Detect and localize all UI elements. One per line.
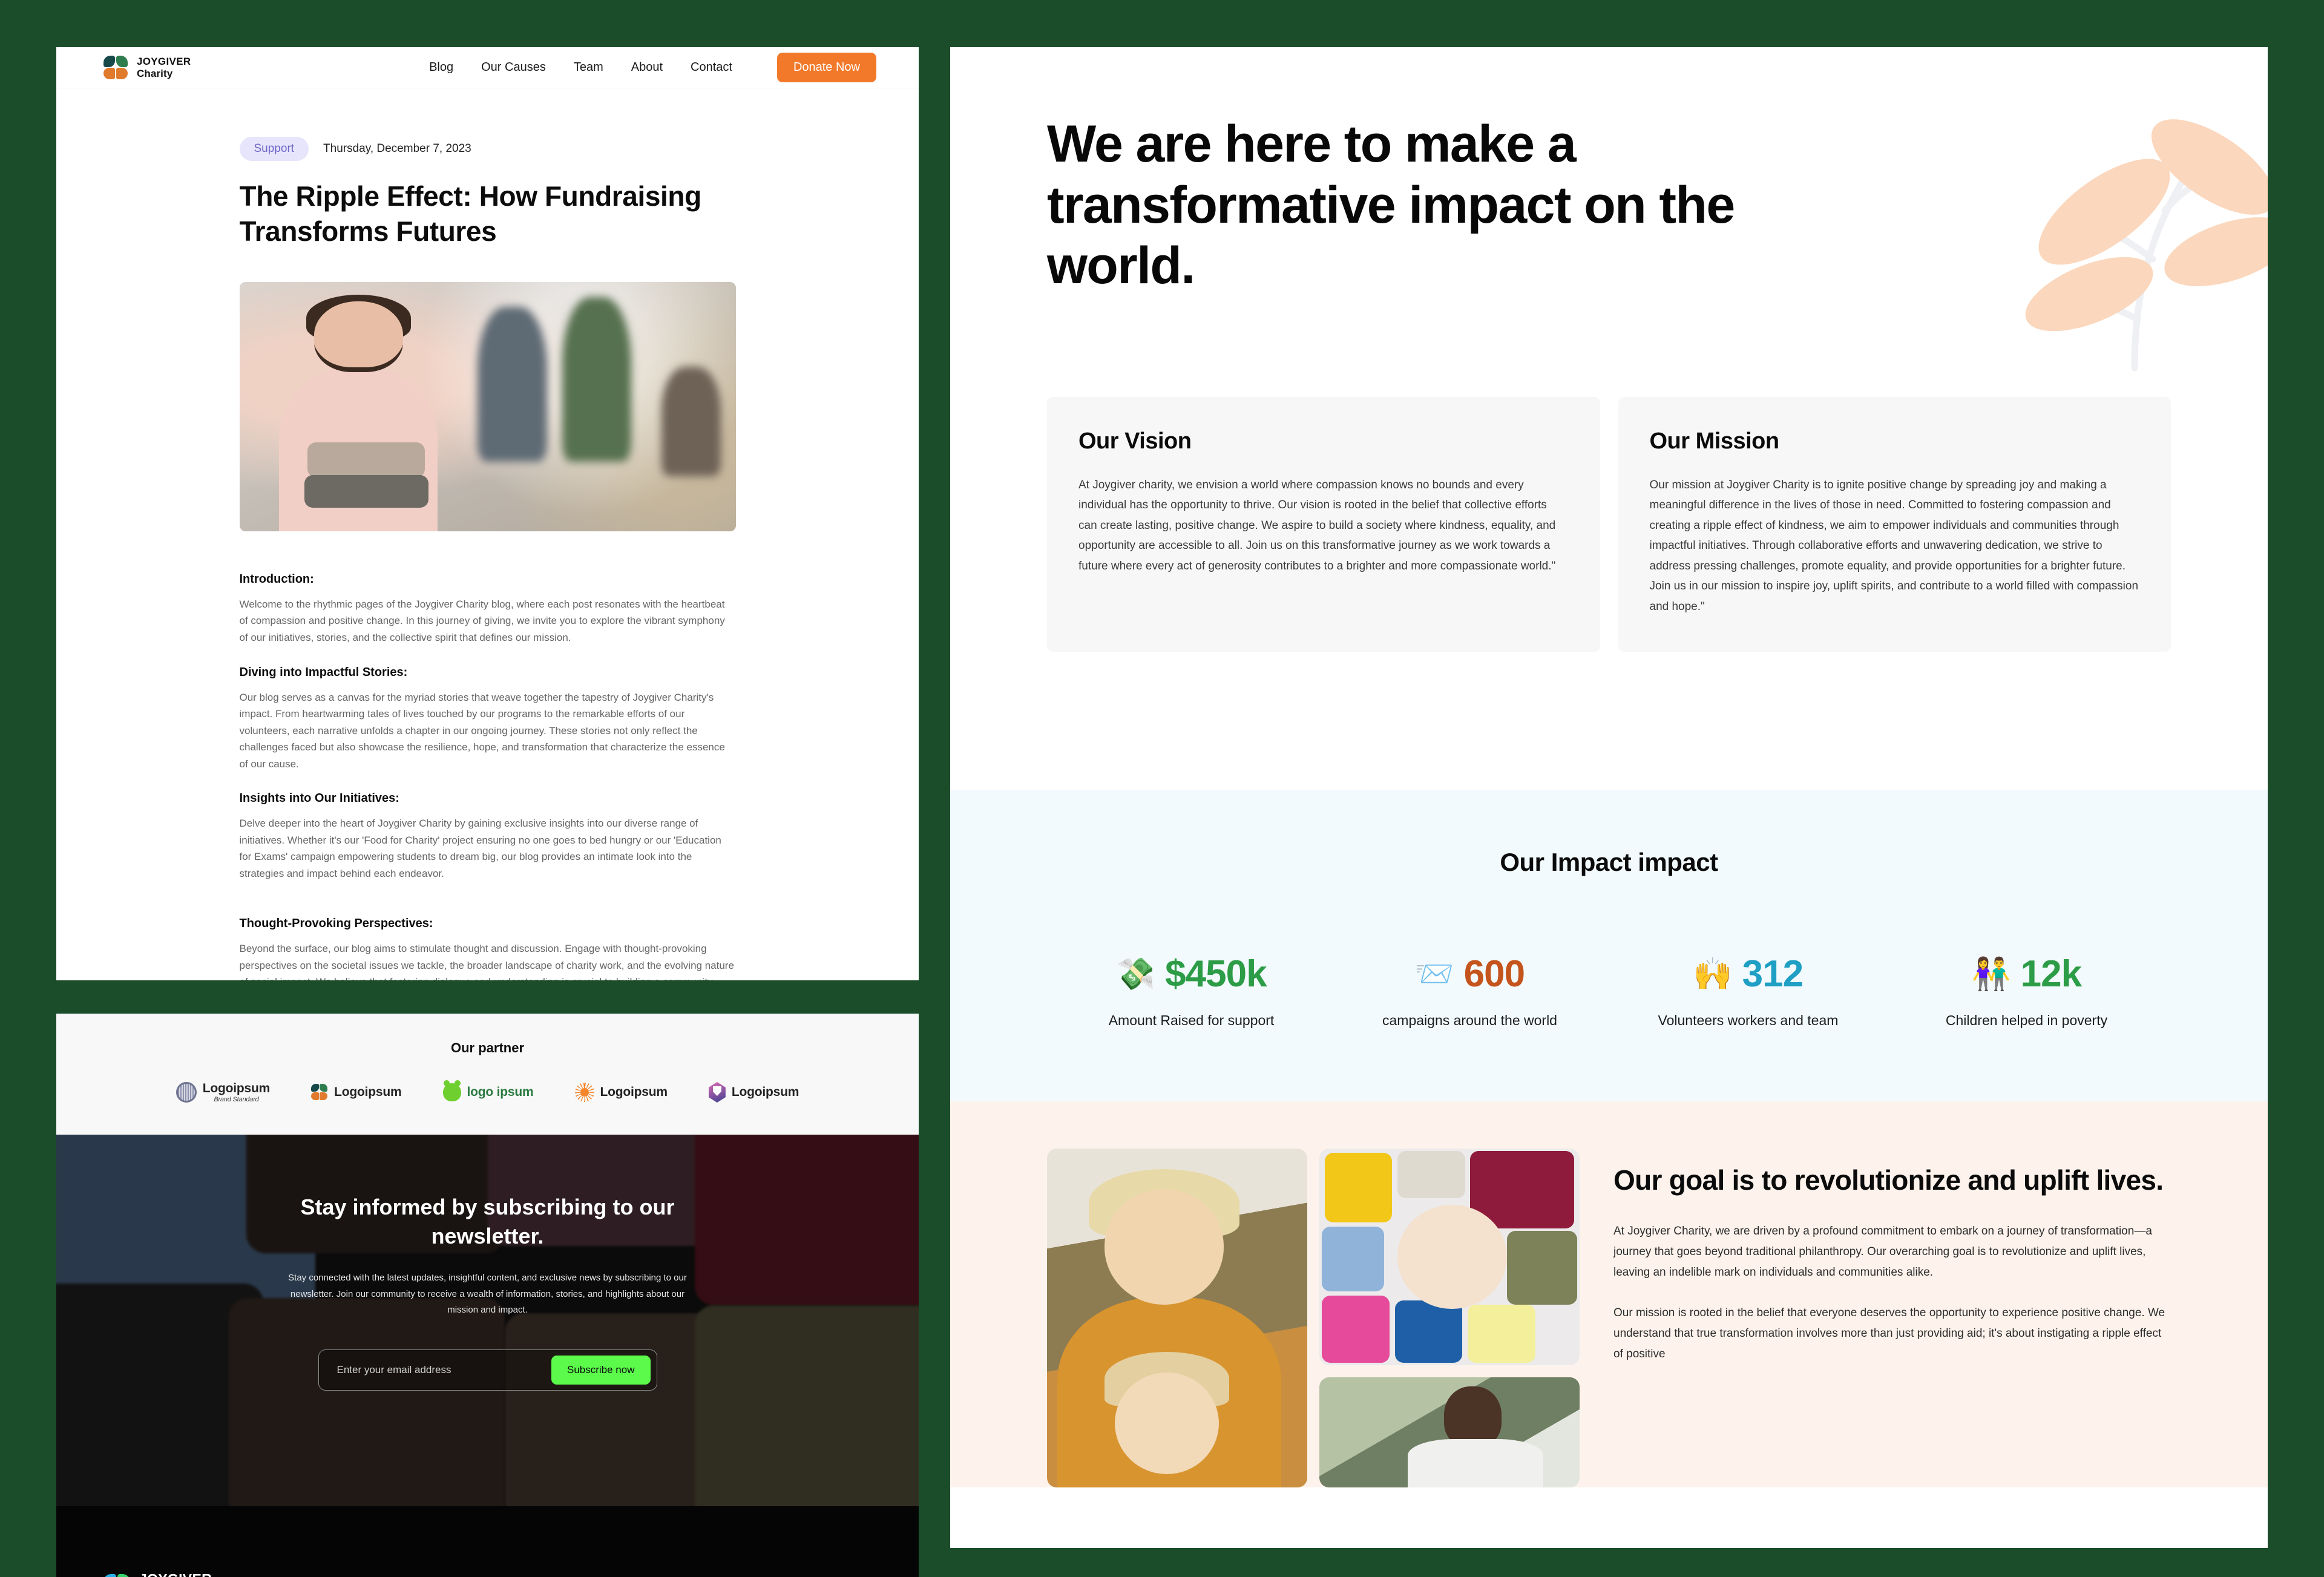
partner-logo-3[interactable]: logo ipsum	[442, 1080, 534, 1101]
footer-brand-line1: JOYGIVER	[139, 1571, 212, 1577]
partner-logo-4-label: Logoipsum	[600, 1085, 668, 1099]
newsletter-section: Stay informed by subscribing to our news…	[56, 1135, 919, 1506]
stat-label-children: Children helped in poverty	[1945, 1012, 2108, 1029]
leaf-decoration-icon	[2025, 119, 2268, 372]
partners-section: Our partner Logoipsum Brand Standard Log…	[56, 1014, 919, 1135]
newsletter-title: Stay informed by subscribing to our news…	[300, 1195, 675, 1249]
blog-article-panel: JOYGIVER Charity Blog Our Causes Team Ab…	[56, 47, 919, 980]
partner-logo-1-sub: Brand Standard	[214, 1096, 259, 1103]
article-hero-image	[239, 281, 736, 531]
goal-text-block: Our goal is to revolutionize and uplift …	[1613, 1149, 2171, 1487]
goal-section: Our goal is to revolutionize and uplift …	[950, 1101, 2268, 1488]
partner-logo-4[interactable]: Logoipsum	[574, 1083, 668, 1102]
stat-label-volunteers: Volunteers workers and team	[1658, 1012, 1839, 1029]
goal-paragraph-2: Our mission is rooted in the belief that…	[1613, 1307, 2165, 1361]
section-heading-initiatives: Insights into Our Initiatives:	[239, 792, 399, 805]
nav-item-team[interactable]: Team	[574, 61, 603, 74]
section-heading-perspectives: Thought-Provoking Perspectives:	[239, 917, 433, 931]
gallery-image-children-circle	[1319, 1149, 1580, 1366]
subscribe-now-button[interactable]: Subscribe now	[551, 1355, 651, 1385]
impact-section: Our Impact impact 💸 $450k Amount Raised …	[950, 790, 2268, 1102]
article-title: The Ripple Effect: How Fundraising Trans…	[239, 180, 702, 247]
mission-card: Our Mission Our mission at Joygiver Char…	[1618, 397, 2171, 652]
category-badge[interactable]: Support	[239, 137, 309, 161]
nav-item-contact[interactable]: Contact	[691, 61, 732, 74]
hexagon-icon	[708, 1082, 726, 1103]
impact-title: Our Impact impact	[1500, 848, 1718, 877]
site-header: JOYGIVER Charity Blog Our Causes Team Ab…	[56, 47, 919, 88]
site-footer: JOYGIVER Charity Blog Donations Team Abo…	[56, 1506, 919, 1577]
joygiver-leaf-logo-icon	[103, 55, 129, 80]
left-column: JOYGIVER Charity Blog Our Causes Team Ab…	[56, 47, 919, 1577]
right-column: We are here to make a transformative imp…	[950, 47, 2268, 1548]
nav-item-our-causes[interactable]: Our Causes	[481, 61, 546, 74]
brand-logo[interactable]: JOYGIVER Charity	[103, 55, 191, 80]
gallery-image-volunteer	[1319, 1377, 1580, 1488]
money-icon: 💸	[1116, 957, 1156, 992]
partner-logo-1-label: Logoipsum Brand Standard	[202, 1081, 271, 1103]
footer-brand-logo[interactable]: JOYGIVER Charity	[103, 1571, 212, 1577]
section-body-stories: Our blog serves as a canvas for the myri…	[239, 691, 725, 770]
vision-body: At Joygiver charity, we envision a world…	[1078, 479, 1556, 572]
sunburst-icon	[574, 1083, 594, 1102]
article-meta: Support Thursday, December 7, 2023	[239, 137, 736, 161]
section-heading-introduction: Introduction:	[239, 572, 314, 586]
nav-item-about[interactable]: About	[631, 61, 663, 74]
section-body-perspectives: Beyond the surface, our blog aims to sti…	[239, 943, 734, 980]
mission-body: Our mission at Joygiver Charity is to ig…	[1649, 479, 2139, 613]
vision-card: Our Vision At Joygiver charity, we envis…	[1047, 397, 1600, 652]
stat-value-volunteers: 312	[1742, 953, 1804, 995]
partners-logo-row: Logoipsum Brand Standard Logoipsum logo …	[56, 1080, 919, 1103]
stat-value-campaigns: 600	[1463, 953, 1525, 995]
stat-label-campaigns: campaigns around the world	[1382, 1012, 1557, 1029]
stat-label-amount-raised: Amount Raised for support	[1108, 1012, 1275, 1029]
goal-paragraph-1: At Joygiver Charity, we are driven by a …	[1613, 1224, 2152, 1279]
email-input[interactable]	[336, 1363, 551, 1376]
leaf-cluster-icon	[311, 1084, 328, 1101]
partner-logo-2[interactable]: Logoipsum	[311, 1084, 402, 1101]
section-body-initiatives: Delve deeper into the heart of Joygiver …	[239, 818, 721, 879]
donate-now-button[interactable]: Donate Now	[776, 53, 876, 82]
page-root: JOYGIVER Charity Blog Our Causes Team Ab…	[0, 0, 2324, 1577]
vision-mission-row: Our Vision At Joygiver charity, we envis…	[950, 397, 2268, 652]
section-heading-stories: Diving into Impactful Stories:	[239, 665, 408, 679]
hands-icon: 🙌	[1693, 957, 1733, 992]
stat-amount-raised: 💸 $450k Amount Raised for support	[1080, 956, 1304, 1031]
partner-logo-1[interactable]: Logoipsum Brand Standard	[176, 1081, 270, 1103]
partner-logo-5-label: Logoipsum	[731, 1085, 799, 1099]
nav-item-blog[interactable]: Blog	[429, 61, 453, 74]
newsletter-form: Subscribe now	[318, 1349, 657, 1391]
partners-title: Our partner	[450, 1040, 525, 1055]
stat-volunteers: 🙌 312 Volunteers workers and team	[1636, 956, 1860, 1031]
hero-section: We are here to make a transformative imp…	[950, 47, 2268, 397]
article-body: Support Thursday, December 7, 2023 The R…	[56, 88, 919, 980]
vision-title: Our Vision	[1078, 428, 1192, 454]
newsletter-subtitle: Stay connected with the latest updates, …	[288, 1273, 687, 1315]
gallery-image-two-children	[1047, 1149, 1307, 1488]
mission-title: Our Mission	[1649, 428, 1780, 454]
hero-title: We are here to make a transformative imp…	[1047, 115, 1735, 295]
children-icon: 👫	[1971, 957, 2011, 992]
impact-stats-row: 💸 $450k Amount Raised for support 📨 600 …	[950, 956, 2268, 1031]
goal-title: Our goal is to revolutionize and uplift …	[1613, 1164, 2164, 1196]
disc-icon	[176, 1082, 197, 1103]
lower-panel: Our partner Logoipsum Brand Standard Log…	[56, 1014, 919, 1577]
primary-nav: Blog Our Causes Team About Contact Donat…	[429, 53, 876, 82]
bear-icon	[442, 1080, 461, 1101]
publish-date: Thursday, December 7, 2023	[323, 142, 471, 155]
brand-name-line1: JOYGIVER	[137, 56, 191, 68]
partner-logo-2-label: Logoipsum	[334, 1085, 402, 1099]
stat-value-children: 12k	[2020, 953, 2082, 995]
partner-logo-3-label: logo ipsum	[467, 1085, 534, 1099]
stat-children: 👫 12k Children helped in poverty	[1915, 956, 2139, 1031]
envelope-icon: 📨	[1414, 957, 1454, 992]
section-body-introduction: Welcome to the rhythmic pages of the Joy…	[239, 598, 725, 643]
stat-value-amount-raised: $450k	[1165, 953, 1267, 995]
stat-campaigns: 📨 600 campaigns around the world	[1358, 956, 1582, 1031]
footer-joygiver-leaf-logo-icon	[103, 1574, 131, 1577]
brand-name-line2: Charity	[137, 67, 173, 79]
partner-logo-5[interactable]: Logoipsum	[708, 1082, 799, 1103]
goal-image-gallery	[1047, 1149, 1580, 1488]
